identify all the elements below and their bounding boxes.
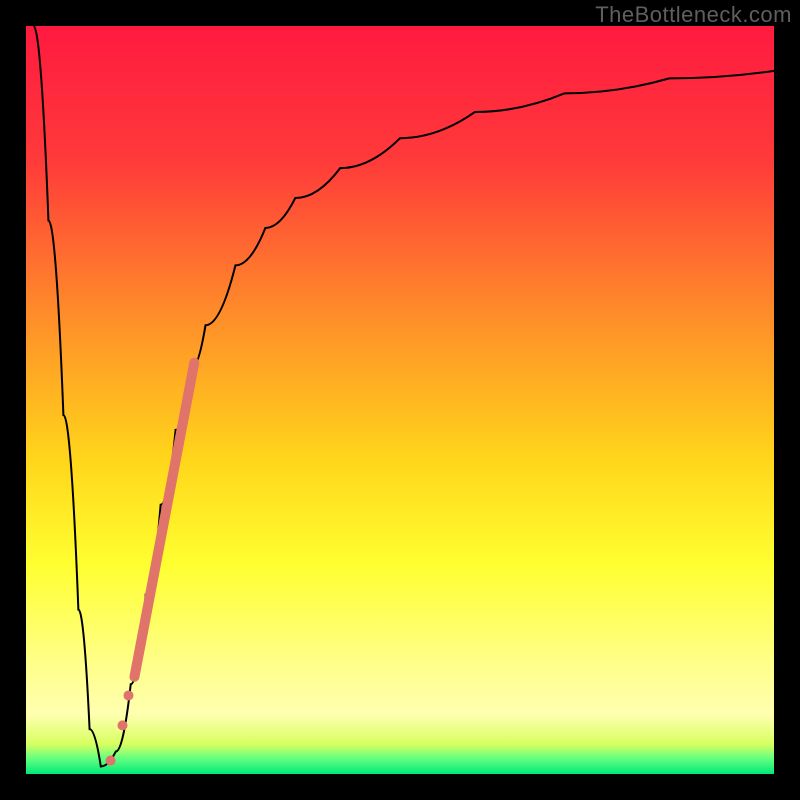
- chart-container: TheBottleneck.com: [0, 0, 800, 800]
- curve-svg: [26, 26, 774, 774]
- plot-area: [26, 26, 774, 774]
- highlight-dot: [106, 756, 116, 766]
- highlight-dot: [117, 720, 127, 730]
- watermark-text: TheBottleneck.com: [595, 2, 792, 28]
- bottleneck-curve: [33, 26, 774, 767]
- highlight-dot: [123, 690, 133, 700]
- highlight-segment: [134, 363, 194, 677]
